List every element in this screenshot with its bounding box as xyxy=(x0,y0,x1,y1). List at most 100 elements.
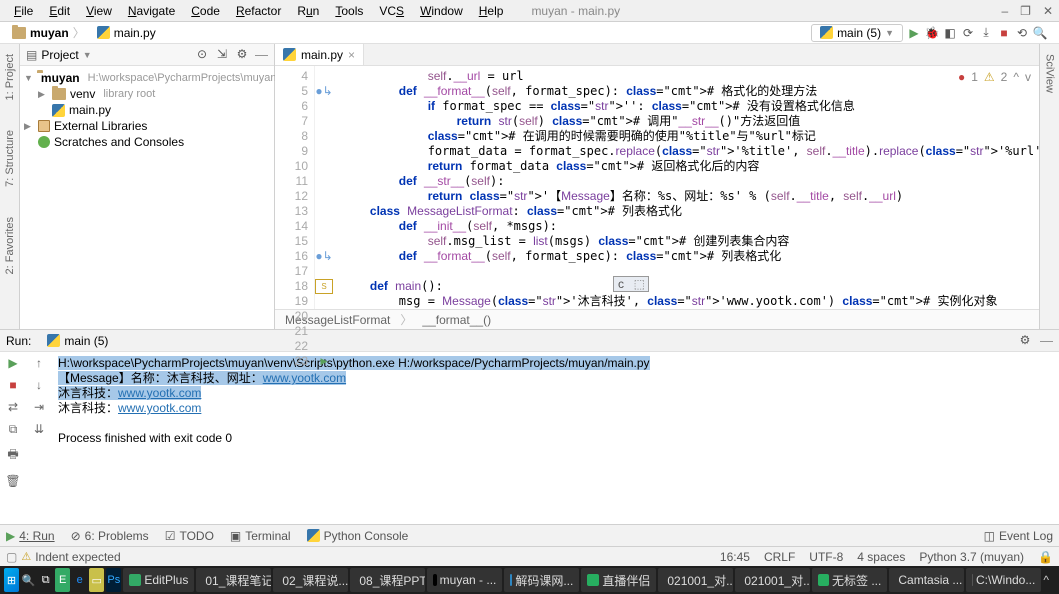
scroll-icon[interactable]: ⇊ xyxy=(34,422,44,436)
editor-tab-main[interactable]: main.py × xyxy=(275,44,364,65)
taskbar-item[interactable]: Camtasia ... xyxy=(889,568,964,592)
breakpoint-icon[interactable]: ●↳ xyxy=(315,84,333,99)
gear-icon[interactable]: ⚙ xyxy=(235,47,249,61)
breadcrumb-function[interactable]: __format__() xyxy=(422,313,491,327)
breadcrumb-project[interactable]: muyan 〉 xyxy=(6,22,91,43)
menu-file[interactable]: File xyxy=(6,2,41,20)
menu-tools[interactable]: Tools xyxy=(327,2,371,20)
search-icon[interactable]: 🔍 xyxy=(21,568,36,592)
chevron-up-icon[interactable]: ^ xyxy=(1013,70,1019,84)
completion-popup[interactable]: c ⬚ xyxy=(613,276,649,292)
menu-edit[interactable]: Edit xyxy=(41,2,78,20)
expand-all-icon[interactable]: ⇲ xyxy=(215,47,229,61)
menu-vcs[interactable]: VCS xyxy=(371,2,412,20)
breadcrumb-file[interactable]: main.py xyxy=(91,24,162,42)
hide-icon[interactable]: — xyxy=(255,47,268,62)
run-gutter-icon[interactable]: ▶ xyxy=(315,354,333,369)
tree-project-root[interactable]: ▼ muyan H:\workspace\PycharmProjects\muy… xyxy=(20,70,274,86)
tool-window-quick-icon[interactable]: ▢ xyxy=(6,550,17,564)
select-opened-icon[interactable]: ⊙ xyxy=(195,47,209,61)
start-button[interactable]: ⊞ xyxy=(4,568,19,592)
delete-icon[interactable]: 🗑 xyxy=(5,474,20,488)
lock-icon[interactable]: 🔒 xyxy=(1038,550,1053,564)
menu-view[interactable]: View xyxy=(78,2,120,20)
breakpoint-icon[interactable]: ●↳ xyxy=(315,249,333,264)
line-separator[interactable]: CRLF xyxy=(764,550,795,564)
profile-icon[interactable]: ⟳ xyxy=(961,26,975,40)
tree-venv[interactable]: ▶ venv library root xyxy=(20,86,274,102)
tab-problems[interactable]: ⊘6: Problems xyxy=(71,529,149,543)
explorer-icon[interactable]: ▭ xyxy=(89,568,104,592)
attach-icon[interactable]: ⤓ xyxy=(979,26,993,40)
tool-project[interactable]: 1: Project xyxy=(4,54,16,100)
menu-help[interactable]: Help xyxy=(471,2,512,20)
chevron-down-icon[interactable]: v xyxy=(1025,70,1031,84)
pin-icon[interactable]: ⧉ xyxy=(9,422,18,437)
tree-main-py[interactable]: main.py xyxy=(20,102,274,118)
tool-sciview[interactable]: SciView xyxy=(1044,54,1056,93)
menu-run[interactable]: Run xyxy=(289,2,327,20)
search-icon[interactable]: 🔍 xyxy=(1033,26,1047,40)
minimize-icon[interactable]: – xyxy=(1001,4,1008,18)
inspection-summary[interactable]: ●1 ⚠2 ^v xyxy=(958,70,1031,84)
menu-navigate[interactable]: Navigate xyxy=(120,2,183,20)
coverage-icon[interactable]: ◧ xyxy=(943,26,957,40)
debug-icon[interactable]: 🐞 xyxy=(925,26,939,40)
down-icon[interactable]: ↓ xyxy=(36,378,42,392)
maximize-icon[interactable]: ❐ xyxy=(1020,4,1031,18)
tray-chevron-icon[interactable]: ^ xyxy=(1043,573,1049,587)
output-link[interactable]: www.yootk.com xyxy=(118,386,201,400)
run-icon[interactable]: ▶ xyxy=(907,26,921,40)
close-icon[interactable]: ✕ xyxy=(1043,4,1053,18)
output-link[interactable]: www.yootk.com xyxy=(118,401,201,415)
menu-code[interactable]: Code xyxy=(183,2,228,20)
editplus-icon[interactable]: E xyxy=(55,568,70,592)
tab-python-console[interactable]: Python Console xyxy=(307,529,409,543)
task-view-icon[interactable]: ⧉ xyxy=(38,568,53,592)
interpreter-info[interactable]: Python 3.7 (muyan) xyxy=(919,550,1024,564)
menu-refactor[interactable]: Refactor xyxy=(228,2,289,20)
indent-info[interactable]: 4 spaces xyxy=(857,550,905,564)
taskbar-item[interactable]: 01_课程笔记 xyxy=(196,568,271,592)
stop-icon[interactable]: ■ xyxy=(9,378,16,392)
taskbar-item[interactable]: 直播伴侣 xyxy=(581,568,656,592)
output-link[interactable]: www.yootk.com xyxy=(263,371,346,385)
up-icon[interactable]: ↑ xyxy=(36,356,42,370)
taskbar-item[interactable]: 无标签 ... xyxy=(812,568,887,592)
taskbar-item[interactable]: 解码课网... xyxy=(504,568,579,592)
taskbar-item[interactable]: 021001_对... xyxy=(658,568,733,592)
hide-icon[interactable]: — xyxy=(1040,333,1053,348)
photoshop-icon[interactable]: Ps xyxy=(106,568,121,592)
tab-todo[interactable]: ☑TODO xyxy=(165,529,214,543)
layout-icon[interactable]: ⇄ xyxy=(8,400,18,414)
tree-scratches[interactable]: Scratches and Consoles xyxy=(20,134,274,150)
edge-icon[interactable]: e xyxy=(72,568,87,592)
wrap-icon[interactable]: ⇥ xyxy=(34,400,44,414)
taskbar-item[interactable]: C:\Windo... xyxy=(966,568,1041,592)
gear-icon[interactable]: ⚙ xyxy=(1018,333,1032,347)
close-tab-icon[interactable]: × xyxy=(348,48,355,62)
update-icon[interactable]: ⟲ xyxy=(1015,26,1029,40)
tab-terminal[interactable]: ▣Terminal xyxy=(230,529,291,543)
tool-structure[interactable]: 7: Structure xyxy=(4,130,16,187)
warn-gutter-icon[interactable]: S xyxy=(315,279,333,294)
chevron-down-icon[interactable]: ▼ xyxy=(83,50,92,60)
stop-icon[interactable]: ■ xyxy=(997,26,1011,40)
print-icon[interactable]: 🖶 xyxy=(7,445,18,466)
tool-favorites[interactable]: 2: Favorites xyxy=(4,217,16,274)
taskbar-item[interactable]: EditPlus xyxy=(123,568,194,592)
tab-event-log[interactable]: ◫Event Log xyxy=(984,529,1053,543)
file-encoding[interactable]: UTF-8 xyxy=(809,550,843,564)
menu-window[interactable]: Window xyxy=(412,2,471,20)
code-area[interactable]: self.__url = url def __format__(self, fo… xyxy=(333,66,1039,309)
taskbar-item[interactable]: 02_课程说... xyxy=(273,568,348,592)
taskbar-item[interactable]: muyan - ... xyxy=(427,568,502,592)
taskbar-item[interactable]: 08_课程PPT xyxy=(350,568,425,592)
tree-external-libs[interactable]: ▶ External Libraries xyxy=(20,118,274,134)
caret-position[interactable]: 16:45 xyxy=(720,550,750,564)
run-configuration-selector[interactable]: main (5) ▼ xyxy=(811,24,903,42)
taskbar-item[interactable]: 021001_对... xyxy=(735,568,810,592)
tab-run[interactable]: ▶4: Run xyxy=(6,529,55,543)
rerun-icon[interactable]: ▶ xyxy=(8,356,17,370)
console-output[interactable]: H:\workspace\PycharmProjects\muyan\venv\… xyxy=(52,352,1059,524)
